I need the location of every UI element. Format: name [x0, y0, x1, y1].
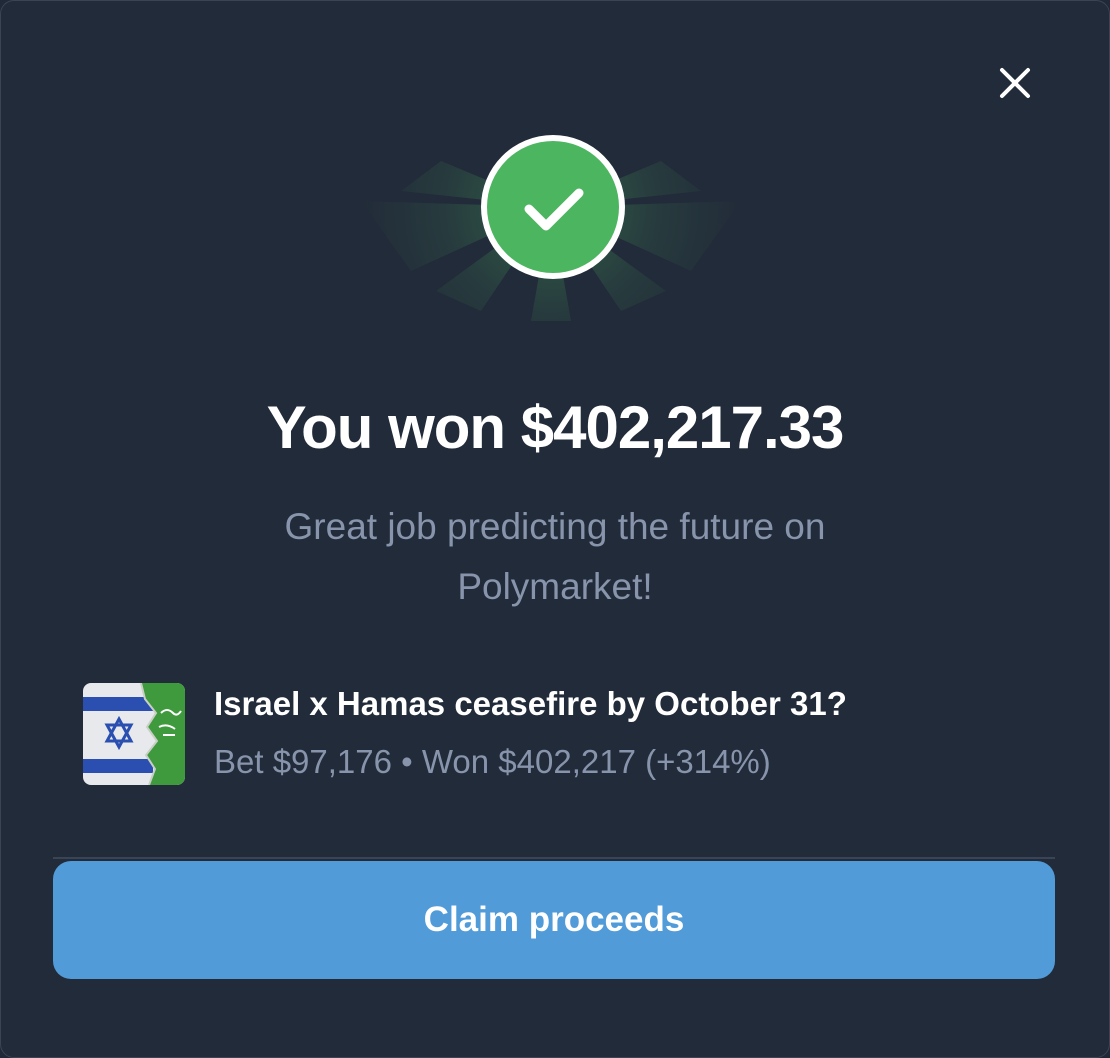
claim-proceeds-button[interactable]: Claim proceeds [53, 861, 1055, 979]
claim-proceeds-label: Claim proceeds [423, 900, 685, 939]
israel-hamas-flags-icon [83, 683, 185, 785]
market-title: Israel x Hamas ceasefire by October 31? [214, 685, 847, 722]
close-icon [1000, 68, 1030, 98]
win-modal: You won $402,217.33 Great job predicting… [0, 0, 1110, 1058]
market-stats: Bet $97,176 • Won $402,217 (+314%) [214, 743, 771, 780]
close-button[interactable] [989, 57, 1041, 109]
market-thumbnail [83, 683, 185, 785]
win-subtitle: Great job predicting the future on Polym… [284, 506, 826, 607]
win-title: You won $402,217.33 [266, 394, 845, 461]
market-summary: Israel x Hamas ceasefire by October 31? … [83, 683, 1043, 785]
divider [53, 857, 1055, 859]
success-badge [341, 121, 761, 321]
